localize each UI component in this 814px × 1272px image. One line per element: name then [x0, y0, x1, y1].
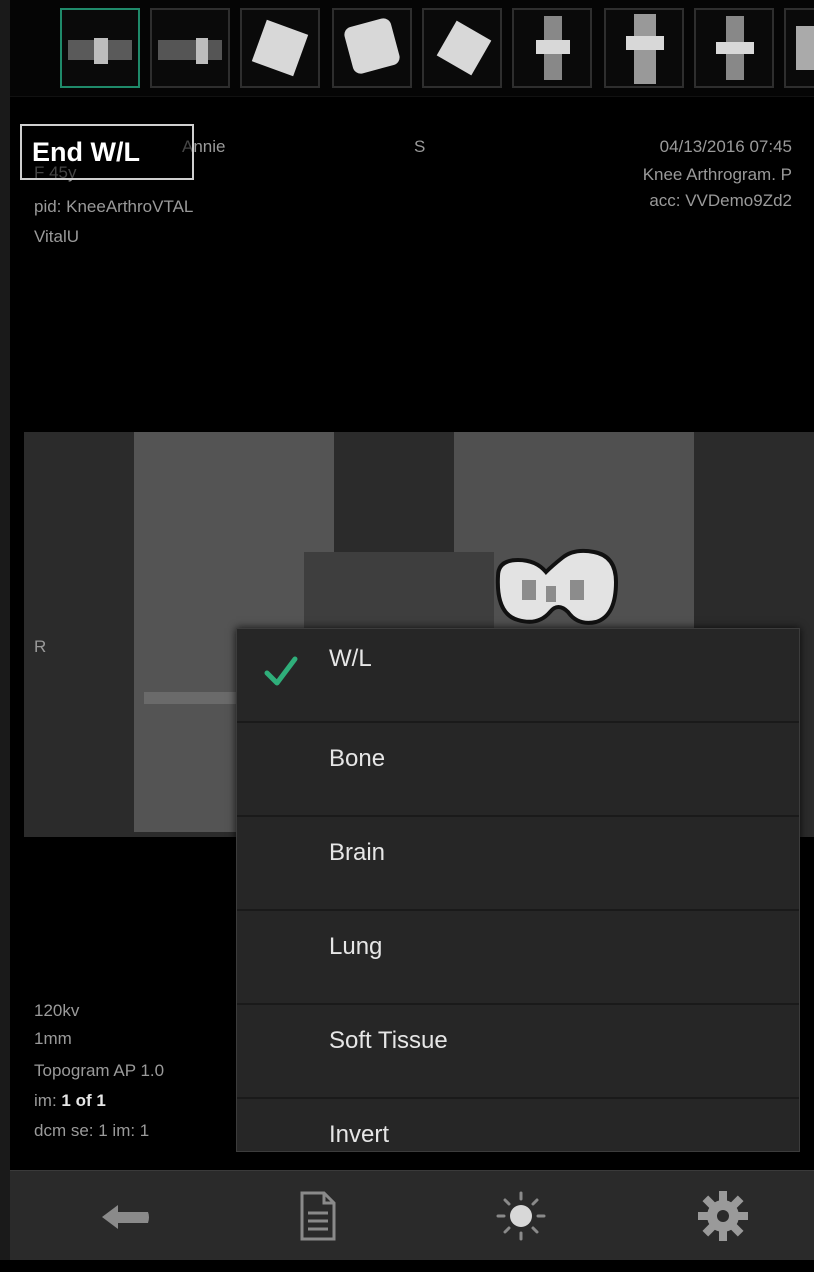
menu-item-brain[interactable]: Brain: [237, 817, 799, 911]
kv-value: 120kv: [34, 1001, 80, 1020]
wl-cursor-icon[interactable]: [492, 546, 620, 628]
brightness-icon[interactable]: [490, 1185, 552, 1247]
thumbnail-3[interactable]: [240, 8, 320, 88]
menu-item-label: W/L: [329, 645, 372, 672]
thumbnail-2[interactable]: [150, 8, 230, 88]
accession-number: acc: VVDemo9Zd2: [649, 191, 792, 210]
series-thumbnail-strip[interactable]: [10, 0, 814, 97]
menu-item-label: Invert: [329, 1121, 390, 1148]
checkmark-icon: [264, 656, 298, 686]
bottom-edge: [0, 1260, 814, 1272]
thumbnail-9-partial[interactable]: [784, 8, 814, 88]
menu-item-label: Soft Tissue: [329, 1027, 448, 1054]
image-index-prefix: im:: [34, 1091, 57, 1110]
thumbnail-7[interactable]: [604, 8, 684, 88]
thumbnail-8[interactable]: [694, 8, 774, 88]
thumbnail-6[interactable]: [512, 8, 592, 88]
menu-item-wl[interactable]: W/L: [237, 629, 799, 723]
thumbnail-5[interactable]: [422, 8, 502, 88]
orientation-left: R: [34, 637, 47, 656]
gear-icon[interactable]: [692, 1185, 754, 1247]
menu-item-label: Brain: [329, 839, 386, 866]
left-edge: [0, 0, 10, 1272]
back-arrow-icon[interactable]: [94, 1185, 156, 1247]
wl-preset-menu[interactable]: W/L Bone Brain Lung Soft Tissue Invert: [236, 628, 800, 1152]
study-datetime: 04/13/2016 07:45: [659, 137, 792, 156]
menu-item-soft-tissue[interactable]: Soft Tissue: [237, 1005, 799, 1099]
thumbnail-4[interactable]: [332, 8, 412, 88]
end-wl-button[interactable]: End W/L: [20, 124, 194, 180]
slice-thickness: 1mm: [34, 1029, 72, 1048]
dicom-series-image: dcm se: 1 im: 1: [34, 1121, 150, 1140]
menu-item-invert[interactable]: Invert: [237, 1099, 799, 1151]
thumbnail-1-selected[interactable]: [60, 8, 140, 88]
bottom-toolbar: [10, 1170, 814, 1261]
institution-name: VitalU: [34, 227, 80, 246]
menu-item-bone[interactable]: Bone: [237, 723, 799, 817]
series-description: Topogram AP 1.0: [34, 1061, 165, 1080]
menu-item-label: Lung: [329, 933, 383, 960]
orientation-top: S: [414, 137, 426, 156]
image-index: im: 1 of 1: [34, 1090, 106, 1112]
document-icon[interactable]: [286, 1185, 348, 1247]
menu-item-lung[interactable]: Lung: [237, 911, 799, 1005]
menu-item-label: Bone: [329, 745, 386, 772]
study-description: Knee Arthrogram. P: [642, 165, 792, 184]
image-index-value: 1 of 1: [61, 1091, 106, 1110]
patient-id: pid: KneeArthroVTAL: [34, 197, 194, 216]
